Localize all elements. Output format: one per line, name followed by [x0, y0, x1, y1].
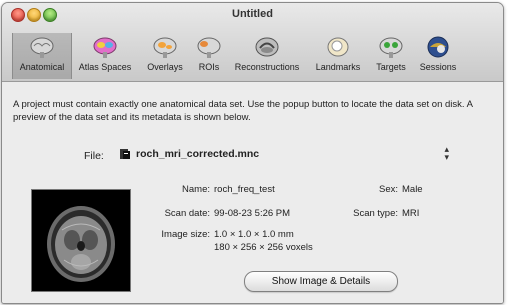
brain-overlay-icon [153, 37, 177, 58]
scan-type-label: Scan type: [353, 208, 398, 219]
anatomical-panel: A project must contain exactly one anato… [2, 82, 503, 303]
file-popup-button[interactable]: roch_mri_corrected.mnc ▴ ▾ [114, 144, 459, 164]
toolbar-anatomical[interactable]: Anatomical [12, 33, 72, 79]
reconstruction-icon [255, 37, 279, 57]
target-icon [379, 37, 403, 58]
brain-icon [30, 37, 54, 58]
toolbar-sessions[interactable]: Sessions [415, 33, 461, 79]
toolbar-targets[interactable]: Targets [369, 33, 413, 79]
popup-arrows-icon: ▴ ▾ [444, 144, 449, 162]
image-size-label: Image size: [161, 229, 210, 240]
sex-value: Male [402, 184, 423, 195]
landmark-icon [327, 37, 349, 57]
image-size-value: 1.0 × 1.0 × 1.0 mm [214, 229, 294, 240]
voxels-value: 180 × 256 × 256 voxels [214, 242, 313, 253]
description-text: A project must contain exactly one anato… [13, 99, 473, 123]
toolbar: Anatomical Atlas Spaces Overlays ROIs Re… [2, 33, 503, 79]
name-value: roch_freq_test [214, 184, 275, 195]
roi-brain-icon [197, 37, 221, 58]
file-label: File: [84, 150, 104, 162]
toolbar-landmarks[interactable]: Landmarks [310, 33, 366, 79]
file-name: roch_mri_corrected.mnc [136, 148, 260, 160]
scan-type-value: MRI [402, 208, 420, 219]
window-title: Untitled [232, 8, 273, 20]
session-icon [427, 36, 449, 58]
toolbar-reconstructions[interactable]: Reconstructions [228, 33, 306, 79]
scan-date-label: Scan date: [164, 208, 210, 219]
colored-brain-icon [93, 37, 117, 58]
app-window: Untitled Anatomical Atlas Spaces Overlay… [1, 2, 504, 304]
toolbar-rois[interactable]: ROIs [193, 33, 225, 79]
name-label: Name: [182, 184, 210, 195]
document-icon [120, 149, 130, 159]
scan-date-value: 99-08-23 5:26 PM [214, 208, 291, 219]
toolbar-atlas-spaces[interactable]: Atlas Spaces [74, 33, 136, 79]
anatomical-preview-image [31, 189, 131, 292]
toolbar-overlays[interactable]: Overlays [140, 33, 190, 79]
show-image-details-button[interactable]: Show Image & Details [244, 271, 398, 292]
title-bar: Untitled Anatomical Atlas Spaces Overlay… [2, 3, 503, 82]
sex-label: Sex: [378, 184, 398, 195]
